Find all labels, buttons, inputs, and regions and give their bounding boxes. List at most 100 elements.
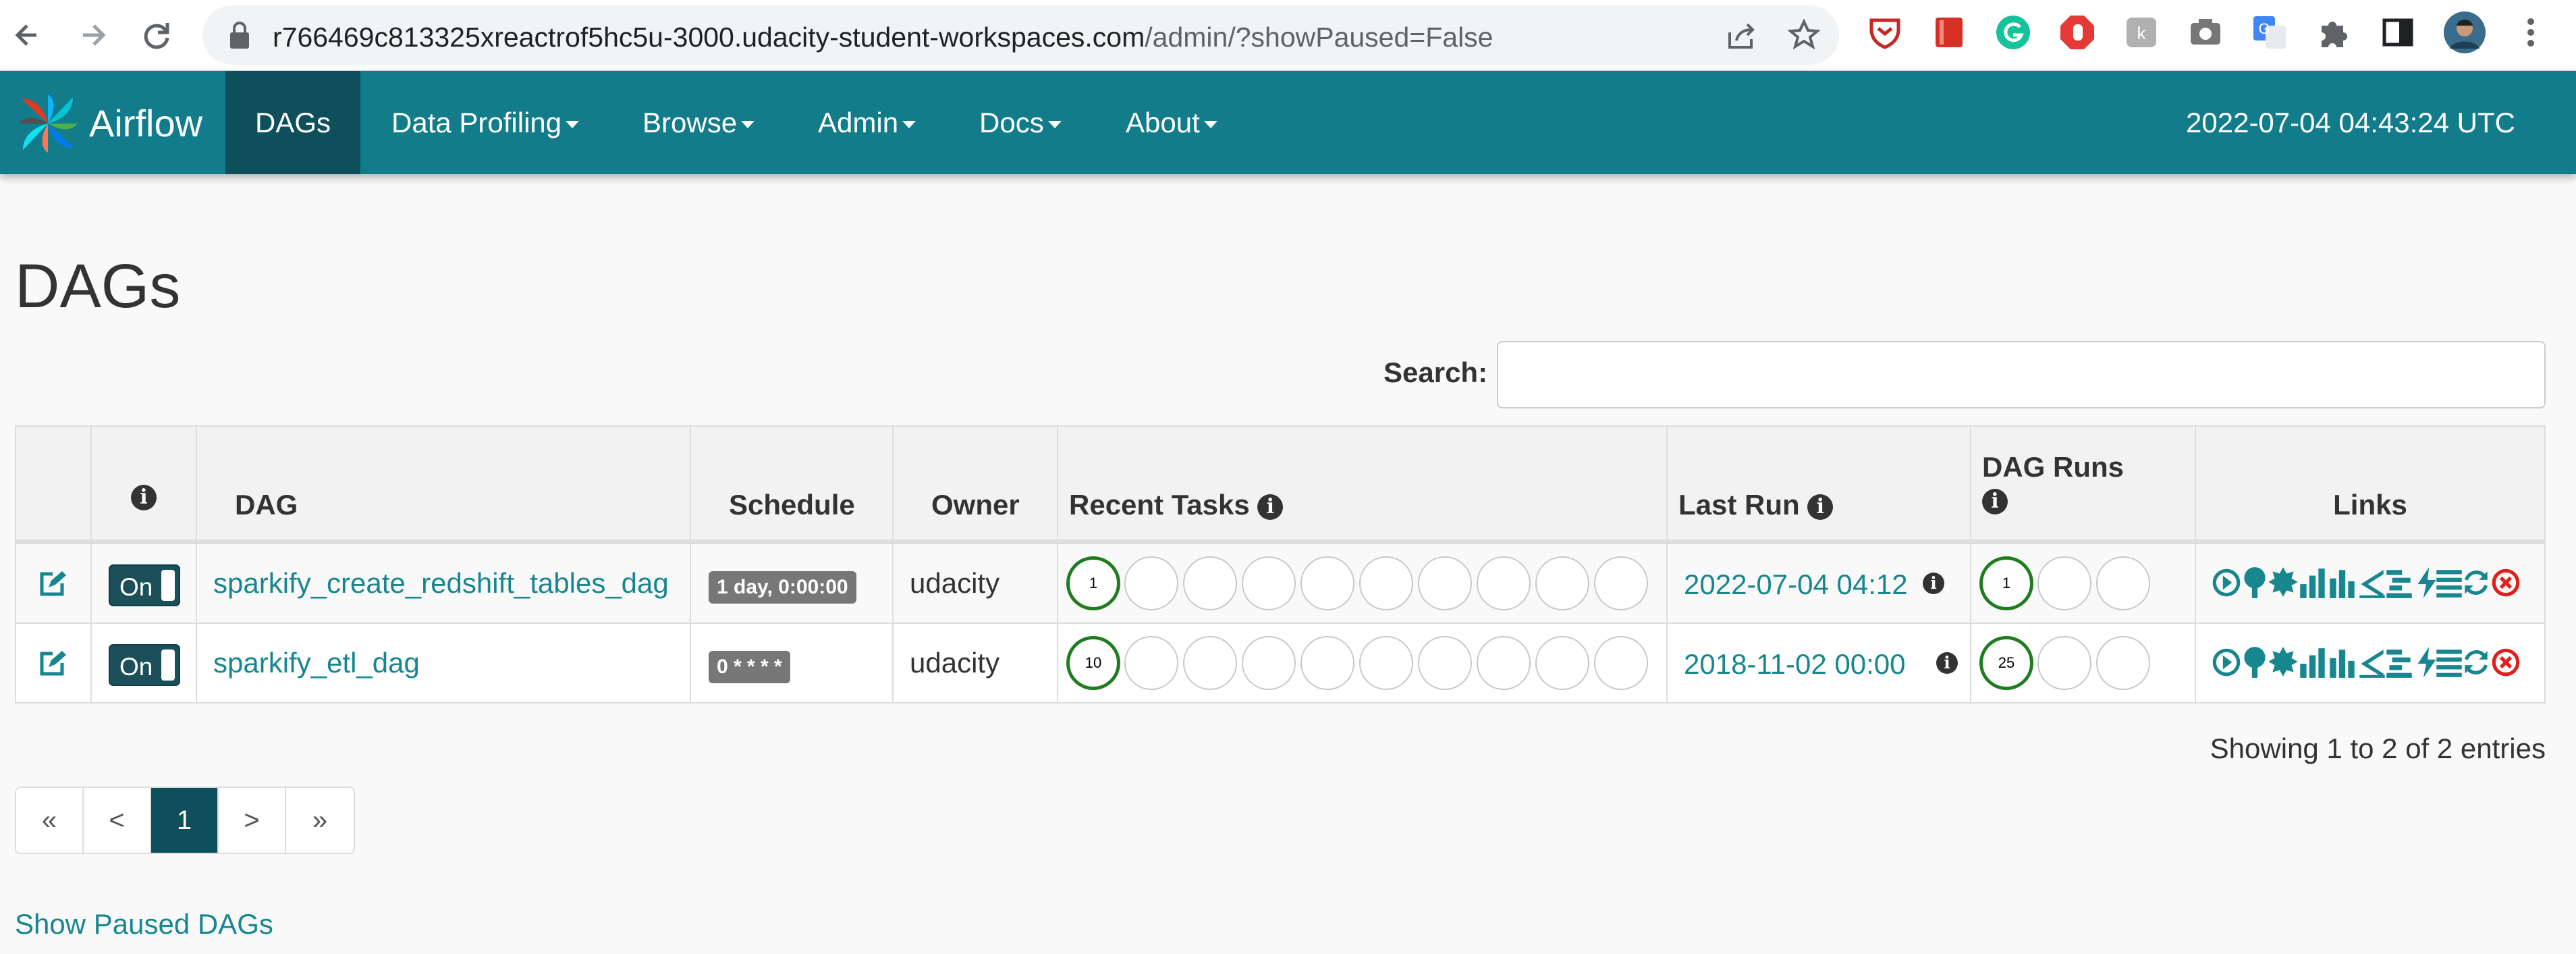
gantt-chart-icon[interactable] xyxy=(2385,566,2413,600)
address-bar[interactable]: r766469c813325xreactrof5hc5u-3000.udacit… xyxy=(202,5,1839,65)
pager-next[interactable]: > xyxy=(219,788,286,853)
profile-avatar[interactable] xyxy=(2443,11,2486,54)
extension-puzzle-gray-icon[interactable]: k xyxy=(2122,14,2160,51)
task-state-circle[interactable] xyxy=(1183,556,1237,610)
pager-last[interactable]: » xyxy=(286,788,354,853)
google-translate-icon[interactable]: G xyxy=(2251,14,2289,51)
graph-view-icon[interactable] xyxy=(2269,645,2297,679)
dag-on-off-toggle[interactable]: On xyxy=(109,644,180,686)
extension-shield-icon[interactable] xyxy=(1866,14,1904,51)
info-icon[interactable]: i xyxy=(1936,652,1958,674)
trigger-dag-icon[interactable] xyxy=(2212,566,2241,600)
task-state-circle[interactable] xyxy=(1535,556,1589,610)
task-state-circle[interactable] xyxy=(1477,556,1531,610)
bookmark-star-icon[interactable] xyxy=(1788,19,1820,51)
task-state-circle[interactable] xyxy=(1535,636,1589,690)
tree-view-icon[interactable] xyxy=(2241,566,2269,600)
nav-docs[interactable]: Docs xyxy=(979,71,1062,174)
caret-down-icon xyxy=(1047,121,1062,129)
info-icon[interactable]: i xyxy=(1982,489,2008,514)
dag-id-link[interactable]: sparkify_etl_dag xyxy=(213,647,420,679)
dag-run-circle-success[interactable]: 1 xyxy=(1979,556,2033,610)
task-state-circle[interactable] xyxy=(1418,636,1472,690)
dag-run-circle[interactable] xyxy=(2096,636,2150,690)
nav-data-profiling[interactable]: Data Profiling xyxy=(391,71,580,174)
trigger-dag-icon[interactable] xyxy=(2212,645,2241,679)
dag-on-off-toggle[interactable]: On xyxy=(109,564,180,606)
airflow-brand[interactable]: Airflow xyxy=(16,91,202,155)
header-schedule[interactable]: Schedule xyxy=(691,427,894,543)
info-icon[interactable]: i xyxy=(131,485,157,510)
tries-chart-icon[interactable] xyxy=(2299,645,2327,679)
share-icon[interactable] xyxy=(1727,20,1758,50)
pager-prev[interactable]: < xyxy=(84,788,151,853)
info-icon[interactable]: i xyxy=(1807,494,1834,520)
logs-icon[interactable] xyxy=(2435,645,2463,679)
duration-chart-icon[interactable] xyxy=(2328,566,2357,600)
refresh-icon[interactable] xyxy=(2462,566,2490,600)
task-state-circle[interactable] xyxy=(1477,636,1531,690)
nav-about[interactable]: About xyxy=(1126,71,1217,174)
dag-id-link[interactable]: sparkify_create_redshift_tables_dag xyxy=(213,567,669,600)
logs-icon[interactable] xyxy=(2435,566,2463,600)
task-state-circle[interactable] xyxy=(1242,556,1296,610)
landing-times-icon[interactable] xyxy=(2358,645,2386,679)
nav-dags[interactable]: DAGs xyxy=(225,71,360,174)
task-state-circle[interactable] xyxy=(1124,556,1178,610)
gantt-chart-icon[interactable] xyxy=(2385,645,2413,679)
lock-icon[interactable] xyxy=(228,20,251,50)
brand-name: Airflow xyxy=(89,102,203,144)
task-state-circle[interactable] xyxy=(1183,636,1237,690)
info-icon[interactable]: i xyxy=(1923,573,1944,594)
extensions-puzzle-icon[interactable] xyxy=(2315,14,2353,51)
back-arrow-icon[interactable] xyxy=(7,14,50,57)
dag-run-circle[interactable] xyxy=(2096,556,2150,610)
dag-run-circle-success[interactable]: 25 xyxy=(1979,636,2033,690)
task-state-circle[interactable] xyxy=(1359,636,1413,690)
pagination: « < 1 > » xyxy=(15,787,355,854)
nav-admin[interactable]: Admin xyxy=(818,71,916,174)
browser-menu-icon[interactable] xyxy=(2512,14,2550,51)
task-state-circle[interactable] xyxy=(1300,636,1354,690)
tries-chart-icon[interactable] xyxy=(2299,566,2327,600)
task-state-circle[interactable] xyxy=(1594,556,1648,610)
extension-book-icon[interactable] xyxy=(1930,14,1968,51)
task-state-circle[interactable] xyxy=(1359,556,1413,610)
camera-icon[interactable] xyxy=(2187,14,2224,51)
nav-browse[interactable]: Browse xyxy=(642,71,755,174)
forward-arrow-icon[interactable] xyxy=(71,14,114,57)
dag-run-circle[interactable] xyxy=(2037,556,2091,610)
last-run-link[interactable]: 2022-07-04 04:12 xyxy=(1684,568,1908,601)
adblock-icon[interactable] xyxy=(2058,14,2096,51)
task-state-circle[interactable] xyxy=(1242,636,1296,690)
task-state-circle-success[interactable]: 10 xyxy=(1066,636,1120,690)
show-paused-dags-link[interactable]: Show Paused DAGs xyxy=(15,908,273,940)
pager-first[interactable]: « xyxy=(16,788,84,853)
utc-clock: 2022-07-04 04:43:24 UTC xyxy=(2186,107,2515,138)
side-panel-icon[interactable] xyxy=(2379,14,2417,51)
task-state-circle[interactable] xyxy=(1418,556,1472,610)
edit-icon[interactable] xyxy=(38,650,67,677)
info-icon[interactable]: i xyxy=(1257,494,1284,520)
edit-icon[interactable] xyxy=(38,570,67,597)
refresh-icon[interactable] xyxy=(2462,645,2490,679)
tree-view-icon[interactable] xyxy=(2241,645,2269,679)
header-dag[interactable]: DAG xyxy=(197,427,691,543)
owner-text: udacity xyxy=(910,567,1000,599)
task-state-circle[interactable] xyxy=(1300,556,1354,610)
delete-dag-icon[interactable] xyxy=(2492,645,2520,679)
pager-page-1[interactable]: 1 xyxy=(151,788,219,853)
search-input[interactable] xyxy=(1497,341,2546,408)
task-state-circle[interactable] xyxy=(1124,636,1178,690)
task-state-circle[interactable] xyxy=(1594,636,1648,690)
duration-chart-icon[interactable] xyxy=(2328,645,2357,679)
reload-icon[interactable] xyxy=(135,14,178,57)
task-state-circle-success[interactable]: 1 xyxy=(1066,556,1120,610)
landing-times-icon[interactable] xyxy=(2358,566,2386,600)
dag-run-circle[interactable] xyxy=(2037,636,2091,690)
last-run-link[interactable]: 2018-11-02 00:00 xyxy=(1684,648,1906,681)
header-owner[interactable]: Owner xyxy=(894,427,1058,543)
delete-dag-icon[interactable] xyxy=(2492,566,2520,600)
graph-view-icon[interactable] xyxy=(2269,566,2297,600)
grammarly-icon[interactable] xyxy=(1994,14,2032,51)
